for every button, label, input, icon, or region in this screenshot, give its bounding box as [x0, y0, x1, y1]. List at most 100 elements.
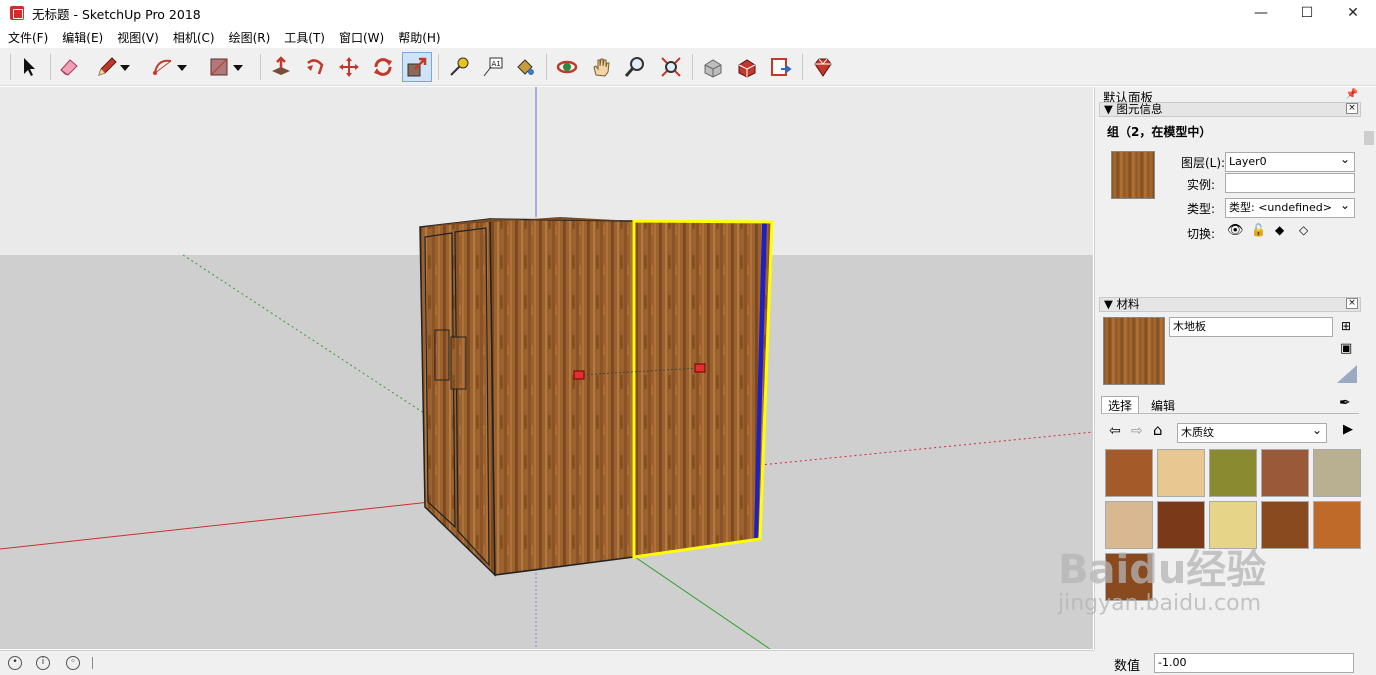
geo-location-icon[interactable]: • — [8, 656, 22, 670]
material-library-select[interactable]: 木质纹 — [1177, 421, 1327, 443]
arc-icon — [153, 59, 172, 75]
zoom-icon — [624, 57, 644, 77]
materials-header[interactable]: ▼ 材料 × — [1099, 297, 1361, 312]
cast-shadows-icon[interactable]: ◇ — [1299, 223, 1308, 237]
zoom-extents-tool-button[interactable] — [656, 52, 686, 82]
text-tool-button[interactable]: A1 — [478, 52, 508, 82]
eraser-tool-button[interactable] — [54, 52, 84, 82]
push-pull-icon — [272, 56, 290, 75]
credits-info-icon[interactable]: i — [36, 656, 50, 670]
dropdown-triangle-icon — [120, 65, 130, 71]
zoom-extents-icon — [661, 57, 681, 77]
large-toolset-toolbar: A1 — [0, 48, 1376, 86]
maximize-button[interactable]: ☐ — [1284, 0, 1330, 26]
material-swatch-10[interactable] — [1313, 501, 1361, 549]
close-button[interactable]: ✕ — [1330, 0, 1376, 26]
material-swatch-9[interactable] — [1261, 501, 1309, 549]
extension-manager-button[interactable] — [808, 52, 838, 82]
paint-bucket-icon — [517, 59, 534, 75]
rotate-icon — [374, 58, 392, 76]
scale-grip-left[interactable] — [573, 370, 585, 380]
materials-close-icon[interactable]: × — [1346, 298, 1358, 309]
material-swatch-1[interactable] — [1105, 449, 1153, 497]
material-swatch-5[interactable] — [1313, 449, 1361, 497]
entity-info-close-icon[interactable]: × — [1346, 103, 1358, 114]
instance-label: 实例: — [1187, 178, 1216, 192]
rectangle-dropdown-button[interactable] — [231, 52, 245, 82]
entity-material-swatch[interactable] — [1111, 151, 1155, 199]
current-material-swatch[interactable] — [1103, 317, 1165, 385]
layer-select[interactable]: Layer0 — [1225, 150, 1355, 172]
receive-shadows-icon[interactable]: ◆ — [1275, 223, 1284, 237]
select-tool-button[interactable] — [14, 52, 44, 82]
tab-select[interactable]: 选择 — [1101, 396, 1140, 414]
orbit-icon — [556, 60, 578, 74]
pan-tool-button[interactable] — [586, 52, 616, 82]
menu-window[interactable]: 窗口(W) — [332, 29, 391, 46]
line-dropdown-button[interactable] — [118, 52, 132, 82]
menu-edit[interactable]: 编辑(E) — [55, 29, 110, 46]
material-swatch-2[interactable] — [1157, 449, 1205, 497]
user-account-icon[interactable]: ◦ — [66, 656, 80, 670]
back-arrow-icon[interactable]: ⇦ — [1109, 423, 1121, 439]
follow-me-tool-button[interactable] — [300, 52, 330, 82]
material-swatch-4[interactable] — [1261, 449, 1309, 497]
menu-tools[interactable]: 工具(T) — [277, 29, 332, 46]
selected-group-panel[interactable] — [634, 221, 772, 557]
arc-tool-button[interactable] — [148, 52, 178, 82]
material-swatch-6[interactable] — [1105, 501, 1153, 549]
select-arrow-icon — [24, 58, 35, 76]
3d-warehouse-button[interactable] — [698, 52, 728, 82]
instance-field[interactable] — [1225, 173, 1355, 193]
pan-hand-icon — [593, 58, 610, 77]
scale-tool-button[interactable] — [402, 52, 432, 82]
tray-scrollbar[interactable] — [1362, 127, 1376, 647]
eraser-icon — [60, 59, 78, 76]
rotate-tool-button[interactable] — [368, 52, 398, 82]
zoom-tool-button[interactable] — [620, 52, 650, 82]
material-swatch-3[interactable] — [1209, 449, 1257, 497]
menu-camera[interactable]: 相机(C) — [166, 29, 222, 46]
door-handle-left — [434, 329, 450, 381]
home-icon[interactable]: ⌂ — [1153, 421, 1163, 439]
paint-bucket-tool-button[interactable] — [510, 52, 540, 82]
move-tool-button[interactable] — [334, 52, 364, 82]
extension-warehouse-icon — [738, 59, 756, 78]
sketchup-window: 无标题 - SketchUp Pro 2018 — ☐ ✕ 文件(F) 编辑(E… — [0, 0, 1376, 675]
default-material-triangle-icon[interactable] — [1335, 363, 1359, 385]
menu-file[interactable]: 文件(F) — [0, 29, 55, 46]
sample-paint-icon[interactable]: ▣ — [1340, 341, 1352, 356]
type-select[interactable]: 类型: <undefined> — [1225, 196, 1355, 218]
pin-icon[interactable]: 📌 — [1346, 89, 1358, 100]
material-swatch-8[interactable] — [1209, 501, 1257, 549]
toggle-label: 切换: — [1187, 227, 1216, 241]
entity-info-header[interactable]: ▼ 图元信息 × — [1099, 102, 1361, 117]
material-name-field[interactable]: 木地板 — [1169, 317, 1333, 337]
create-material-icon[interactable]: ⊞ — [1341, 319, 1351, 333]
scale-icon — [407, 57, 427, 77]
measurements-input[interactable]: -1.00 — [1154, 653, 1354, 673]
measurements-box: 数值 -1.00 — [1094, 650, 1376, 675]
door-handle-right — [450, 336, 467, 390]
menu-draw[interactable]: 绘图(R) — [222, 29, 278, 46]
menu-view[interactable]: 视图(V) — [110, 29, 166, 46]
lock-icon[interactable]: 🔓 — [1251, 223, 1266, 237]
rectangle-tool-button[interactable] — [204, 52, 234, 82]
scale-grip-right[interactable] — [694, 363, 706, 373]
material-swatch-7[interactable] — [1157, 501, 1205, 549]
3d-viewport[interactable] — [0, 87, 1093, 649]
send-to-layout-button[interactable] — [766, 52, 796, 82]
forward-arrow-icon[interactable]: ⇨ — [1131, 423, 1143, 439]
push-pull-tool-button[interactable] — [266, 52, 296, 82]
text-label-icon: A1 — [483, 57, 503, 77]
eyedropper-icon[interactable]: ✒ — [1339, 395, 1351, 411]
details-arrow-icon[interactable]: ▶ — [1343, 422, 1353, 437]
wardrobe-front — [489, 218, 635, 576]
tape-measure-tool-button[interactable] — [444, 52, 474, 82]
arc-dropdown-button[interactable] — [175, 52, 189, 82]
visibility-eye-icon[interactable]: 👁 — [1227, 223, 1244, 238]
minimize-button[interactable]: — — [1238, 0, 1284, 26]
menu-help[interactable]: 帮助(H) — [391, 29, 447, 46]
extension-warehouse-button[interactable] — [732, 52, 762, 82]
orbit-tool-button[interactable] — [552, 52, 582, 82]
